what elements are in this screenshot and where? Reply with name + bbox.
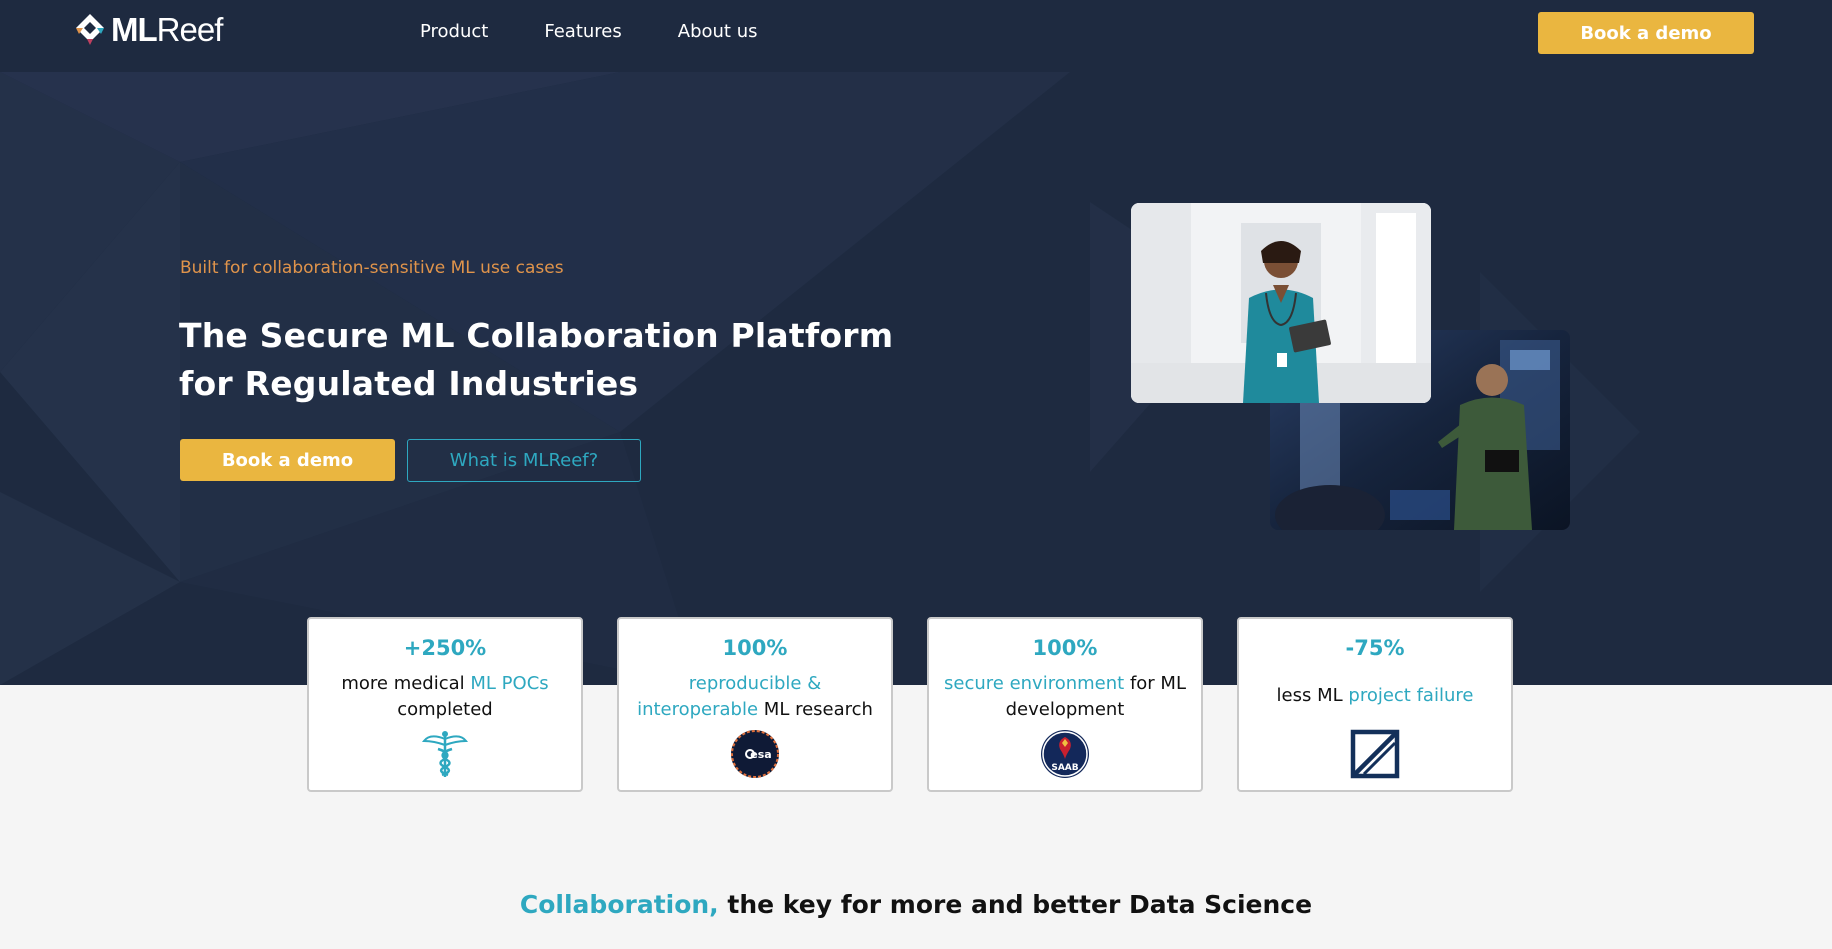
hero-title-line-2: for Regulated Industries: [179, 364, 639, 403]
nurse-photo: [1131, 203, 1431, 403]
stat-value: +250%: [403, 636, 487, 660]
stat-card-secure: 100% secure environment for ML developme…: [927, 617, 1203, 792]
svg-text:SAAB: SAAB: [1051, 763, 1078, 773]
nav-links: Product Features About us: [420, 20, 813, 44]
stat-card-medical: +250% more medical ML POCs completed: [307, 617, 583, 792]
caduceus-icon: [420, 729, 470, 779]
stat-value: 100%: [722, 636, 788, 660]
esa-logo: esa: [730, 729, 780, 779]
mlreef-logo-icon: [76, 14, 104, 45]
hero-kicker: Built for collaboration-sensitive ML use…: [180, 258, 564, 278]
stat-value: 100%: [1032, 636, 1098, 660]
hero-title: The Secure ML Collaboration Platform for…: [179, 312, 939, 408]
stat-description: reproducible & interoperable ML research: [637, 673, 873, 720]
nav-link-product[interactable]: Product: [420, 20, 488, 44]
stat-card-project-failure: -75% less ML project failure: [1237, 617, 1513, 792]
nav-link-about-us[interactable]: About us: [678, 20, 758, 44]
nav-link-features[interactable]: Features: [544, 20, 621, 44]
what-is-mlreef-button[interactable]: What is MLReef?: [407, 439, 641, 482]
hero-book-demo-button[interactable]: Book a demo: [180, 439, 395, 481]
logo-wordmark: MLReef: [111, 11, 223, 48]
stat-value: -75%: [1345, 636, 1405, 660]
collaboration-section-title: Collaboration, the key for more and bett…: [519, 890, 1313, 919]
hero-section: Built for collaboration-sensitive ML use…: [0, 72, 1832, 685]
mlreef-logo[interactable]: MLReef: [73, 11, 223, 48]
stat-card-research: 100% reproducible & interoperable ML res…: [617, 617, 893, 792]
top-navbar: MLReef Product Features About us Book a …: [0, 0, 1832, 72]
hero-title-line-1: The Secure ML Collaboration Platform: [179, 316, 894, 355]
saab-logo: SAAB: [1040, 729, 1090, 779]
stat-description: less ML project failure: [1276, 685, 1474, 706]
stat-description: secure environment for ML development: [944, 673, 1186, 720]
svg-text:esa: esa: [750, 748, 771, 761]
nav-book-demo-button[interactable]: Book a demo: [1538, 12, 1754, 54]
partner-logo: [1350, 729, 1400, 779]
stat-description: more medical ML POCs completed: [341, 673, 549, 720]
